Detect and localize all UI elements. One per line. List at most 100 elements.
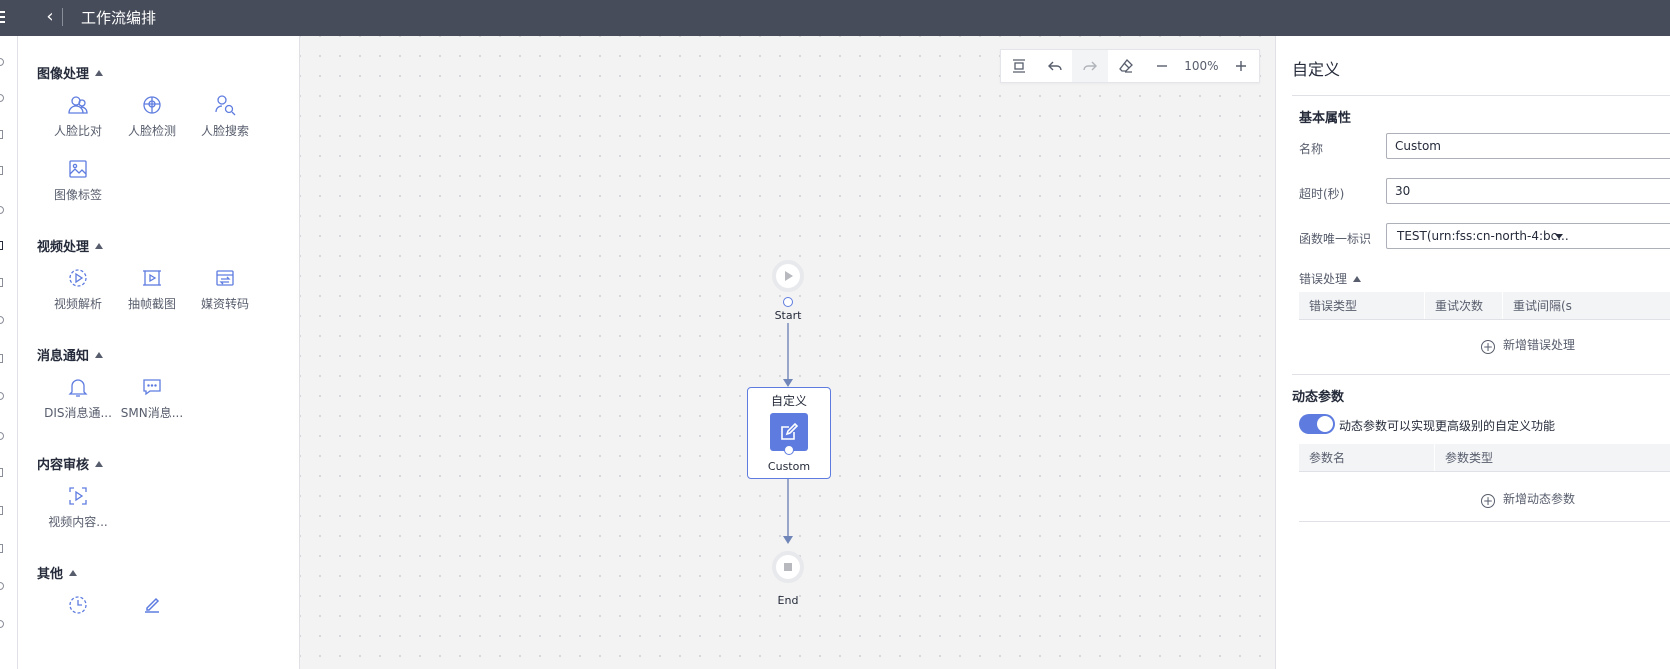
video-parse-icon bbox=[67, 267, 89, 289]
function-value: TEST(urn:fss:cn-north-4:bc... bbox=[1397, 229, 1569, 243]
column-header: 重试间隔(s bbox=[1503, 292, 1670, 319]
name-label: 名称 bbox=[1299, 142, 1324, 156]
tool-label: 媒资转码 bbox=[200, 297, 249, 311]
tool-label: 图像标签 bbox=[53, 188, 102, 202]
tool-face-detect[interactable]: 人脸检测 bbox=[115, 94, 189, 139]
end-label: End bbox=[777, 594, 799, 607]
error-section-toggle[interactable]: 错误处理 bbox=[1299, 270, 1362, 287]
tool-frame-capture[interactable]: 抽帧截图 bbox=[115, 267, 189, 312]
tool-label: 人脸检测 bbox=[127, 124, 176, 138]
timeout-label: 超时(秒) bbox=[1299, 187, 1345, 201]
tool-label: SMN消息... bbox=[120, 406, 184, 420]
start-node[interactable] bbox=[772, 260, 804, 292]
edit-icon bbox=[141, 594, 163, 616]
tool-video-parse[interactable]: 视频解析 bbox=[41, 267, 115, 312]
name-input[interactable] bbox=[1386, 133, 1670, 159]
tool-timer[interactable] bbox=[41, 594, 115, 622]
group-title-video[interactable]: 视频处理 bbox=[37, 236, 104, 255]
custom-node-label: Custom bbox=[767, 460, 811, 473]
tool-label: DIS消息通... bbox=[44, 406, 112, 420]
caret-up-icon bbox=[95, 352, 104, 358]
nav-icon[interactable] bbox=[0, 278, 3, 287]
tool-custom[interactable] bbox=[115, 594, 189, 622]
frame-capture-icon bbox=[141, 267, 163, 289]
dynamic-params-toggle[interactable] bbox=[1299, 414, 1335, 434]
add-error-button[interactable]: + 新增错误处理 bbox=[1481, 336, 1575, 354]
tool-label: 抽帧截图 bbox=[127, 297, 176, 311]
param-table-header: 参数名 参数类型 bbox=[1299, 444, 1670, 472]
custom-output-port[interactable] bbox=[784, 445, 794, 455]
bell-icon bbox=[67, 376, 89, 398]
nav-icon[interactable] bbox=[0, 506, 3, 515]
tool-face-compare[interactable]: 人脸比对 bbox=[41, 94, 115, 139]
tool-label: 视频解析 bbox=[53, 297, 102, 311]
end-node[interactable] bbox=[772, 551, 804, 583]
tool-media-transcode[interactable]: 媒资转码 bbox=[188, 267, 262, 312]
tool-dis-message[interactable]: DIS消息通... bbox=[41, 376, 115, 421]
tool-label: 视频内容... bbox=[48, 515, 108, 529]
image-tag-icon bbox=[67, 158, 89, 180]
tool-image-tag[interactable]: 图像标签 bbox=[41, 158, 115, 203]
tool-video-audit[interactable]: 视频内容... bbox=[41, 485, 115, 530]
nav-icon[interactable] bbox=[0, 316, 4, 324]
caret-up-icon bbox=[69, 570, 78, 576]
timeout-input[interactable] bbox=[1386, 178, 1670, 204]
group-title-audit[interactable]: 内容审核 bbox=[37, 454, 104, 473]
divider bbox=[1292, 374, 1670, 375]
nav-icon[interactable] bbox=[0, 94, 4, 102]
group-title-notify[interactable]: 消息通知 bbox=[37, 345, 104, 364]
workflow-canvas[interactable]: 100% Start 自定义 Custom End bbox=[300, 36, 1275, 669]
group-title-other[interactable]: 其他 bbox=[37, 563, 78, 582]
tool-smn-message[interactable]: SMN消息... bbox=[115, 376, 189, 421]
left-nav-rail bbox=[0, 36, 18, 669]
tool-face-search[interactable]: 人脸搜索 bbox=[188, 94, 262, 139]
basic-section-title: 基本属性 bbox=[1299, 111, 1352, 126]
custom-node-title: 自定义 bbox=[770, 394, 807, 408]
face-detect-icon bbox=[141, 94, 163, 116]
caret-up-icon bbox=[1353, 276, 1362, 282]
nav-icon[interactable] bbox=[0, 468, 3, 477]
group-label: 消息通知 bbox=[37, 349, 90, 364]
group-label: 视频处理 bbox=[37, 240, 90, 255]
nav-icon[interactable] bbox=[0, 582, 4, 590]
group-label: 其他 bbox=[37, 567, 64, 582]
column-header: 参数名 bbox=[1299, 444, 1435, 471]
function-select[interactable]: TEST(urn:fss:cn-north-4:bc... bbox=[1386, 223, 1670, 249]
tool-label: 人脸搜索 bbox=[200, 124, 249, 138]
face-search-icon bbox=[214, 94, 236, 116]
nav-icon[interactable] bbox=[0, 392, 4, 400]
top-bar: ‹ 工作流编排 bbox=[0, 0, 1670, 36]
group-label: 图像处理 bbox=[37, 67, 90, 82]
nav-icon[interactable] bbox=[0, 58, 4, 66]
menu-icon[interactable] bbox=[0, 8, 6, 26]
custom-node[interactable]: 自定义 Custom bbox=[747, 387, 831, 479]
header-divider bbox=[62, 8, 63, 26]
chevron-down-icon bbox=[1555, 234, 1563, 239]
nav-icon[interactable] bbox=[0, 130, 3, 139]
tool-label: 人脸比对 bbox=[53, 124, 102, 138]
nav-icon[interactable] bbox=[0, 544, 3, 553]
group-title-image[interactable]: 图像处理 bbox=[37, 63, 104, 82]
page-title: 工作流编排 bbox=[81, 9, 157, 27]
nav-icon[interactable] bbox=[0, 620, 4, 628]
start-label: Start bbox=[774, 309, 802, 322]
nav-icon[interactable] bbox=[0, 206, 4, 214]
error-table-header: 错误类型 重试次数 重试间隔(s bbox=[1299, 292, 1670, 320]
node-palette: 图像处理 人脸比对 人脸检测 人脸搜索 图像标签 视频处理 视频解析 抽帧截图 … bbox=[18, 36, 300, 669]
divider bbox=[1299, 521, 1670, 522]
transcode-icon bbox=[214, 267, 236, 289]
nav-icon[interactable] bbox=[0, 166, 3, 175]
nav-icon[interactable] bbox=[0, 432, 4, 440]
stop-icon bbox=[784, 563, 792, 571]
clock-icon bbox=[67, 594, 89, 616]
face-compare-icon bbox=[67, 94, 89, 116]
add-param-button[interactable]: + 新增动态参数 bbox=[1481, 490, 1575, 508]
plus-circle-icon: + bbox=[1481, 494, 1495, 508]
caret-up-icon bbox=[95, 461, 104, 467]
plus-circle-icon: + bbox=[1481, 340, 1495, 354]
nav-icon[interactable] bbox=[0, 354, 3, 363]
nav-icon[interactable] bbox=[0, 241, 3, 250]
back-icon[interactable]: ‹ bbox=[41, 8, 59, 28]
dynamic-section-title: 动态参数 bbox=[1292, 390, 1345, 405]
start-output-port[interactable] bbox=[783, 297, 793, 307]
